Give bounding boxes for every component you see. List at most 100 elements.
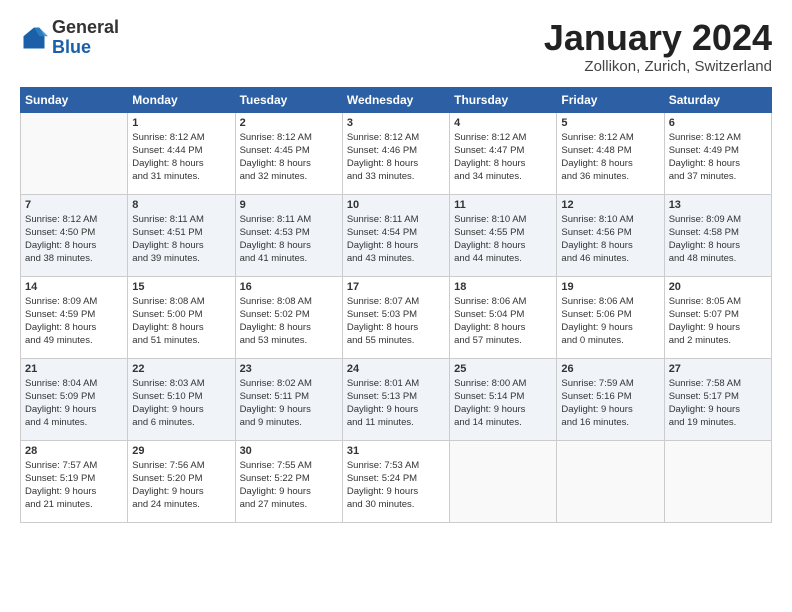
title-block: January 2024 Zollikon, Zurich, Switzerla…	[544, 18, 772, 75]
day-info: Sunrise: 7:57 AM Sunset: 5:19 PM Dayligh…	[25, 459, 123, 512]
calendar-cell: 30 Sunrise: 7:55 AM Sunset: 5:22 PM Dayli…	[235, 440, 342, 522]
day-info: Sunrise: 8:05 AM Sunset: 5:07 PM Dayligh…	[669, 295, 767, 348]
calendar-cell	[557, 440, 664, 522]
day-info: Sunrise: 8:08 AM Sunset: 5:02 PM Dayligh…	[240, 295, 338, 348]
calendar-cell: 5Sunrise: 8:12 AM Sunset: 4:48 PM Daylig…	[557, 112, 664, 194]
calendar-cell: 23 Sunrise: 8:02 AM Sunset: 5:11 PM Dayli…	[235, 358, 342, 440]
day-info: Sunrise: 8:02 AM Sunset: 5:11 PM Dayligh…	[240, 377, 338, 430]
day-number: 15	[132, 281, 230, 293]
day-info: Sunrise: 8:11 AM Sunset: 4:53 PM Dayligh…	[240, 213, 338, 266]
day-number: 21	[25, 363, 123, 375]
week-row-4: 21 Sunrise: 8:04 AM Sunset: 5:09 PM Dayli…	[21, 358, 772, 440]
day-number: 9	[240, 199, 338, 211]
calendar-cell: 27 Sunrise: 7:58 AM Sunset: 5:17 PM Dayli…	[664, 358, 771, 440]
day-number: 27	[669, 363, 767, 375]
header: General Blue January 2024 Zollikon, Zuri…	[20, 18, 772, 75]
calendar-cell: 7 Sunrise: 8:12 AM Sunset: 4:50 PM Daylig…	[21, 194, 128, 276]
calendar-cell: 2 Sunrise: 8:12 AM Sunset: 4:45 PM Daylig…	[235, 112, 342, 194]
calendar-cell: 22 Sunrise: 8:03 AM Sunset: 5:10 PM Dayli…	[128, 358, 235, 440]
day-number: 26	[561, 363, 659, 375]
day-info: Sunrise: 8:09 AM Sunset: 4:58 PM Dayligh…	[669, 213, 767, 266]
day-info: Sunrise: 8:12 AM Sunset: 4:50 PM Dayligh…	[25, 213, 123, 266]
day-info: Sunrise: 7:56 AM Sunset: 5:20 PM Dayligh…	[132, 459, 230, 512]
day-number: 30	[240, 445, 338, 457]
logo-text: General Blue	[52, 18, 119, 58]
day-header-tuesday: Tuesday	[235, 87, 342, 112]
calendar-cell: 6 Sunrise: 8:12 AM Sunset: 4:49 PM Daylig…	[664, 112, 771, 194]
calendar-cell: 25Sunrise: 8:00 AM Sunset: 5:14 PM Dayli…	[450, 358, 557, 440]
day-number: 13	[669, 199, 767, 211]
week-row-2: 7 Sunrise: 8:12 AM Sunset: 4:50 PM Daylig…	[21, 194, 772, 276]
calendar-cell: 28Sunrise: 7:57 AM Sunset: 5:19 PM Dayli…	[21, 440, 128, 522]
logo-icon	[20, 24, 48, 52]
calendar-cell: 18 Sunrise: 8:06 AM Sunset: 5:04 PM Dayli…	[450, 276, 557, 358]
day-number: 18	[454, 281, 552, 293]
calendar-cell: 12 Sunrise: 8:10 AM Sunset: 4:56 PM Dayli…	[557, 194, 664, 276]
calendar-cell: 19Sunrise: 8:06 AM Sunset: 5:06 PM Dayli…	[557, 276, 664, 358]
day-info: Sunrise: 7:59 AM Sunset: 5:16 PM Dayligh…	[561, 377, 659, 430]
calendar-cell: 13 Sunrise: 8:09 AM Sunset: 4:58 PM Dayli…	[664, 194, 771, 276]
calendar-cell: 3 Sunrise: 8:12 AM Sunset: 4:46 PM Daylig…	[342, 112, 449, 194]
calendar-cell: 15 Sunrise: 8:08 AM Sunset: 5:00 PM Dayli…	[128, 276, 235, 358]
day-header-saturday: Saturday	[664, 87, 771, 112]
day-number: 20	[669, 281, 767, 293]
calendar-cell: 17Sunrise: 8:07 AM Sunset: 5:03 PM Dayli…	[342, 276, 449, 358]
day-number: 7	[25, 199, 123, 211]
day-number: 4	[454, 117, 552, 129]
calendar-cell: 26 Sunrise: 7:59 AM Sunset: 5:16 PM Dayli…	[557, 358, 664, 440]
calendar-cell: 31Sunrise: 7:53 AM Sunset: 5:24 PM Dayli…	[342, 440, 449, 522]
calendar-cell: 10 Sunrise: 8:11 AM Sunset: 4:54 PM Dayli…	[342, 194, 449, 276]
day-info: Sunrise: 8:08 AM Sunset: 5:00 PM Dayligh…	[132, 295, 230, 348]
day-header-monday: Monday	[128, 87, 235, 112]
page: General Blue January 2024 Zollikon, Zuri…	[0, 0, 792, 533]
day-header-thursday: Thursday	[450, 87, 557, 112]
day-number: 10	[347, 199, 445, 211]
day-info: Sunrise: 8:12 AM Sunset: 4:49 PM Dayligh…	[669, 131, 767, 184]
calendar-cell	[450, 440, 557, 522]
day-number: 22	[132, 363, 230, 375]
day-info: Sunrise: 8:03 AM Sunset: 5:10 PM Dayligh…	[132, 377, 230, 430]
day-info: Sunrise: 8:07 AM Sunset: 5:03 PM Dayligh…	[347, 295, 445, 348]
calendar-cell: 11 Sunrise: 8:10 AM Sunset: 4:55 PM Dayli…	[450, 194, 557, 276]
day-number: 14	[25, 281, 123, 293]
day-number: 12	[561, 199, 659, 211]
day-header-wednesday: Wednesday	[342, 87, 449, 112]
day-info: Sunrise: 8:10 AM Sunset: 4:55 PM Dayligh…	[454, 213, 552, 266]
day-number: 3	[347, 117, 445, 129]
day-info: Sunrise: 8:12 AM Sunset: 4:46 PM Dayligh…	[347, 131, 445, 184]
calendar-cell: 29 Sunrise: 7:56 AM Sunset: 5:20 PM Dayli…	[128, 440, 235, 522]
day-number: 6	[669, 117, 767, 129]
day-header-friday: Friday	[557, 87, 664, 112]
day-info: Sunrise: 8:12 AM Sunset: 4:45 PM Dayligh…	[240, 131, 338, 184]
day-info: Sunrise: 8:12 AM Sunset: 4:44 PM Dayligh…	[132, 131, 230, 184]
day-number: 23	[240, 363, 338, 375]
day-number: 16	[240, 281, 338, 293]
calendar-cell: 16 Sunrise: 8:08 AM Sunset: 5:02 PM Dayli…	[235, 276, 342, 358]
week-row-5: 28Sunrise: 7:57 AM Sunset: 5:19 PM Dayli…	[21, 440, 772, 522]
day-number: 5	[561, 117, 659, 129]
day-info: Sunrise: 7:53 AM Sunset: 5:24 PM Dayligh…	[347, 459, 445, 512]
day-number: 19	[561, 281, 659, 293]
day-info: Sunrise: 7:58 AM Sunset: 5:17 PM Dayligh…	[669, 377, 767, 430]
day-number: 29	[132, 445, 230, 457]
day-info: Sunrise: 8:06 AM Sunset: 5:04 PM Dayligh…	[454, 295, 552, 348]
week-row-3: 14Sunrise: 8:09 AM Sunset: 4:59 PM Dayli…	[21, 276, 772, 358]
logo-blue: Blue	[52, 37, 91, 57]
day-info: Sunrise: 8:11 AM Sunset: 4:54 PM Dayligh…	[347, 213, 445, 266]
day-number: 2	[240, 117, 338, 129]
calendar-cell: 21 Sunrise: 8:04 AM Sunset: 5:09 PM Dayli…	[21, 358, 128, 440]
day-number: 25	[454, 363, 552, 375]
day-info: Sunrise: 8:10 AM Sunset: 4:56 PM Dayligh…	[561, 213, 659, 266]
calendar-cell: 14Sunrise: 8:09 AM Sunset: 4:59 PM Dayli…	[21, 276, 128, 358]
day-info: Sunrise: 7:55 AM Sunset: 5:22 PM Dayligh…	[240, 459, 338, 512]
calendar-cell: 24Sunrise: 8:01 AM Sunset: 5:13 PM Dayli…	[342, 358, 449, 440]
day-number: 24	[347, 363, 445, 375]
day-info: Sunrise: 8:04 AM Sunset: 5:09 PM Dayligh…	[25, 377, 123, 430]
calendar-cell	[21, 112, 128, 194]
logo-general: General	[52, 17, 119, 37]
day-number: 11	[454, 199, 552, 211]
day-number: 1	[132, 117, 230, 129]
day-info: Sunrise: 8:12 AM Sunset: 4:47 PM Dayligh…	[454, 131, 552, 184]
calendar-cell: 1 Sunrise: 8:12 AM Sunset: 4:44 PM Daylig…	[128, 112, 235, 194]
calendar-cell	[664, 440, 771, 522]
